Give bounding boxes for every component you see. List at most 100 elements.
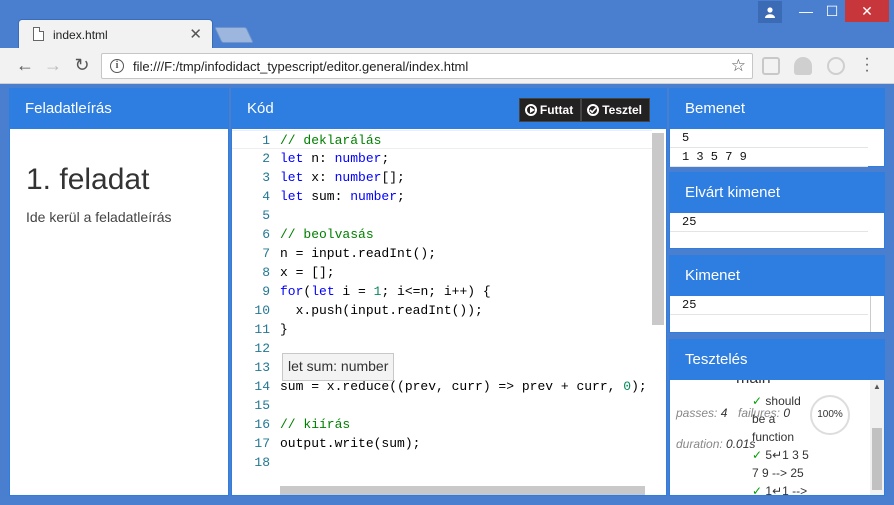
bookmark-star-icon[interactable]: ☆ bbox=[731, 56, 746, 76]
code-line[interactable]: 7 n = input.readInt(); bbox=[232, 244, 652, 263]
line-number: 16 bbox=[254, 417, 270, 432]
test-item[interactable]: ✓ 5↵1 3 5 7 9 --> 25 bbox=[752, 446, 809, 482]
forward-arrow-icon[interactable]: → bbox=[42, 55, 64, 75]
code-text[interactable]: output.write(sum); bbox=[280, 434, 420, 453]
expected-output-panel: Elvárt kimenet 25 bbox=[669, 172, 885, 249]
run-button-group: Futtat Tesztel bbox=[518, 98, 650, 122]
browser-titlebar: index.html ✕ — ☐ ✕ bbox=[0, 0, 894, 49]
code-line[interactable]: 6 // beolvasás bbox=[232, 225, 652, 244]
code-text[interactable]: // deklarálás bbox=[280, 131, 381, 150]
code-text[interactable]: // kiírás bbox=[280, 415, 350, 434]
window-close-button[interactable]: ✕ bbox=[845, 0, 889, 22]
code-line[interactable]: 8 x = []; bbox=[232, 263, 652, 282]
tab-close-icon[interactable]: ✕ bbox=[189, 25, 202, 43]
sync-extension-icon[interactable] bbox=[827, 57, 845, 75]
test-duration: duration: 0.01s bbox=[676, 437, 755, 451]
code-line[interactable]: 10 x.push(input.readInt()); bbox=[232, 301, 652, 320]
code-text[interactable]: for(let i = 1; i<=n; i++) { bbox=[280, 282, 491, 301]
code-editor[interactable]: 18 17 output.write(sum); 16// kiírás 15 14 sum… bbox=[232, 129, 666, 495]
code-panel: Kód Futtat Tesztel 18 17 output.write(sum)… bbox=[231, 88, 667, 496]
code-line[interactable]: 18 bbox=[232, 453, 652, 472]
passes-count: 4 bbox=[720, 406, 728, 420]
code-line[interactable]: 9 for(let i = 1; i<=n; i++) { bbox=[232, 282, 652, 301]
page-icon bbox=[33, 27, 44, 41]
code-line[interactable]: 5 bbox=[232, 206, 652, 225]
address-bar[interactable]: i file:///F:/tmp/infodidact_typescript/e… bbox=[101, 53, 753, 79]
code-line[interactable]: 4 let sum: number; bbox=[232, 187, 652, 206]
task-description: Ide kerül a feladatleírás bbox=[26, 209, 172, 225]
input-line[interactable]: 1 3 5 7 9 bbox=[670, 148, 868, 167]
test-passes: passes: 4 bbox=[676, 406, 727, 420]
line-number: 1 bbox=[262, 133, 270, 148]
passes-label: passes: bbox=[676, 406, 718, 420]
duration-label: duration: bbox=[676, 437, 723, 451]
hover-tooltip: let sum: number bbox=[282, 353, 395, 381]
duration-value: 0.01s bbox=[726, 437, 756, 451]
browser-menu-icon[interactable]: · · · bbox=[860, 51, 874, 79]
scroll-up-arrow-icon[interactable]: ▲ bbox=[873, 382, 881, 391]
input-panel: Bemenet 5 1 3 5 7 9 bbox=[669, 88, 885, 167]
output-panel: Kimenet 25 bbox=[669, 255, 885, 333]
test-button[interactable]: Tesztel bbox=[581, 98, 650, 122]
test-button-label: Tesztel bbox=[602, 103, 642, 117]
code-text[interactable]: // beolvasás bbox=[280, 225, 374, 244]
run-button[interactable]: Futtat bbox=[518, 98, 582, 122]
code-line[interactable]: 2 let n: number; bbox=[232, 149, 652, 168]
test-item[interactable]: ✓ should be a function bbox=[752, 392, 801, 446]
code-text[interactable]: } bbox=[280, 320, 288, 339]
code-text[interactable]: x = []; bbox=[280, 263, 335, 282]
code-text[interactable]: x.push(input.readInt()); bbox=[280, 301, 483, 320]
input-line[interactable]: 5 bbox=[670, 129, 868, 148]
extension-icon[interactable] bbox=[762, 57, 780, 75]
code-text[interactable]: let n: number; bbox=[280, 149, 389, 168]
page-content: Feladatleírás 1. feladat Ide kerül a fel… bbox=[0, 85, 894, 505]
test-item[interactable]: ✓ 1↵1 --> bbox=[752, 482, 807, 495]
code-line[interactable]: 3 let x: number[]; bbox=[232, 168, 652, 187]
check-icon: ✓ bbox=[752, 484, 766, 495]
test-suite-title: main bbox=[736, 380, 771, 388]
code-text[interactable]: let x: number[]; bbox=[280, 168, 405, 187]
output-scrollbar[interactable] bbox=[870, 296, 884, 332]
test-panel: Tesztelés main passes: 4 failures: 0 dur… bbox=[669, 339, 885, 496]
code-text[interactable]: let sum: number; bbox=[280, 187, 405, 206]
url-text[interactable]: file:///F:/tmp/infodidact_typescript/edi… bbox=[133, 59, 468, 74]
description-heading: Feladatleírás bbox=[10, 89, 228, 129]
expected-output-line[interactable]: 25 bbox=[670, 213, 868, 232]
code-line[interactable]: 17 output.write(sum); bbox=[232, 434, 652, 453]
drive-extension-icon[interactable] bbox=[794, 57, 812, 75]
new-tab-button[interactable] bbox=[214, 27, 254, 43]
editor-horizontal-scrollbar[interactable] bbox=[280, 486, 645, 495]
code-line[interactable]: 15 bbox=[232, 396, 652, 415]
tab-title: index.html bbox=[53, 28, 108, 42]
check-icon: ✓ bbox=[752, 448, 766, 462]
back-arrow-icon[interactable]: ← bbox=[14, 55, 36, 75]
user-profile-icon[interactable] bbox=[758, 1, 782, 23]
editor-vertical-scrollbar[interactable] bbox=[652, 133, 664, 325]
browser-tab[interactable]: index.html ✕ bbox=[18, 19, 213, 49]
code-text[interactable]: n = input.readInt(); bbox=[280, 244, 436, 263]
line-number: 7 bbox=[262, 246, 270, 261]
output-line: 25 bbox=[670, 296, 868, 315]
code-line[interactable]: 11} bbox=[232, 320, 652, 339]
output-heading: Kimenet bbox=[670, 256, 884, 296]
test-scrollbar[interactable]: ▲ bbox=[870, 380, 884, 495]
browser-toolbar: ← → ↻ i file:///F:/tmp/infodidact_typesc… bbox=[0, 48, 894, 84]
test-scrollbar-thumb[interactable] bbox=[872, 428, 882, 490]
reload-icon[interactable]: ↻ bbox=[71, 55, 93, 75]
line-number: 2 bbox=[262, 151, 270, 166]
test-item-text: 1↵1 --> bbox=[765, 484, 808, 495]
code-line[interactable]: 1 // deklarálás bbox=[232, 130, 652, 149]
line-number: 17 bbox=[254, 436, 270, 451]
line-number: 14 bbox=[254, 379, 270, 394]
line-number: 6 bbox=[262, 227, 270, 242]
window-maximize-button[interactable]: ☐ bbox=[820, 0, 844, 22]
test-heading: Tesztelés bbox=[670, 340, 884, 380]
line-number: 8 bbox=[262, 265, 270, 280]
check-circle-icon bbox=[587, 104, 600, 116]
code-line[interactable]: 16 // kiírás bbox=[232, 415, 652, 434]
window-minimize-button[interactable]: — bbox=[794, 0, 818, 22]
line-number: 3 bbox=[262, 170, 270, 185]
description-panel: Feladatleírás 1. feladat Ide kerül a fel… bbox=[9, 88, 229, 496]
info-icon[interactable]: i bbox=[110, 59, 124, 73]
input-heading: Bemenet bbox=[670, 89, 884, 129]
